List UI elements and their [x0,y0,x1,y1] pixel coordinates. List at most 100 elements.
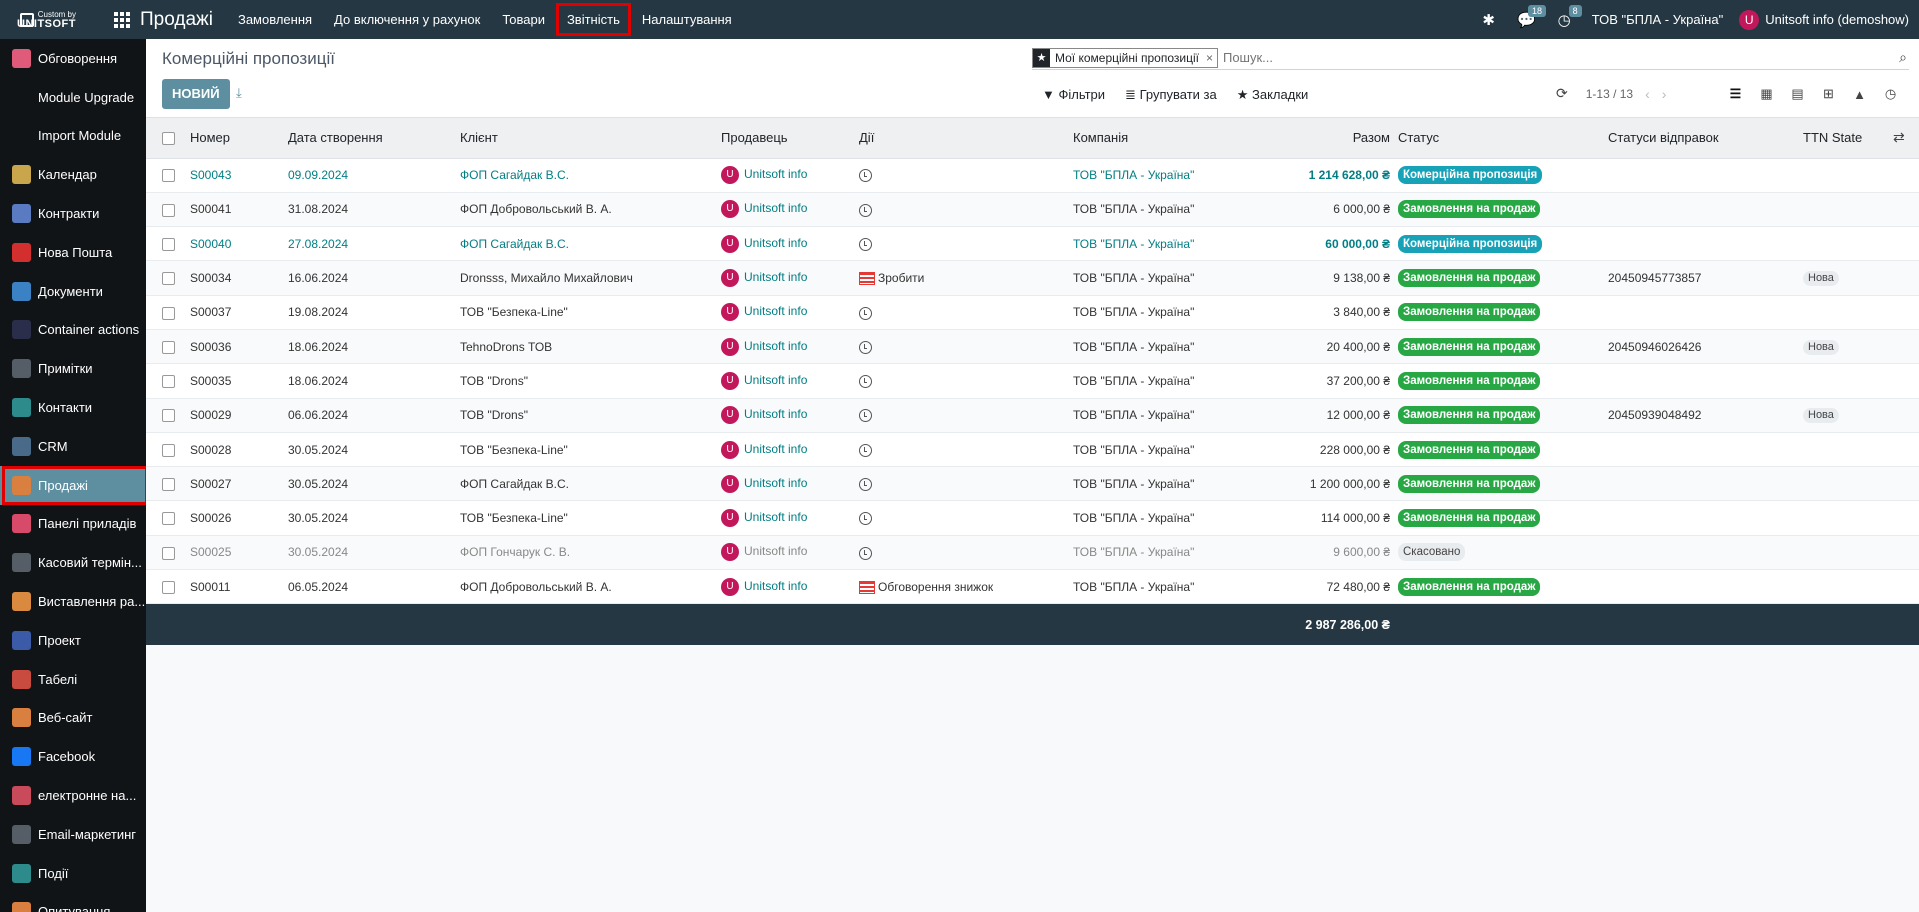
bookmarks-dropdown[interactable]: ★ Закладки [1237,87,1309,103]
row-checkbox[interactable] [162,340,175,354]
table-row[interactable]: S00027 30.05.2024 ФОП Сагайдак В.С. U Unitso… [146,466,1919,501]
row-checkbox[interactable] [162,443,175,457]
sidebar-item[interactable]: електронне на... [0,776,146,815]
activity-cell[interactable] [855,192,1069,226]
sidebar-item[interactable]: Події [0,854,146,893]
activity-cell[interactable] [855,295,1069,329]
activity-clock-icon[interactable] [859,477,872,491]
col-customer[interactable]: Клієнт [456,118,717,159]
table-row[interactable]: S00036 18.06.2024 TehnoDrons ТОВ U Unitsoft … [146,329,1919,364]
app-title[interactable]: Продажі [140,9,213,31]
activity-cell[interactable] [855,158,1069,192]
order-number[interactable]: S00041 [186,192,284,226]
activity-todo-icon[interactable] [859,580,875,594]
activity-cell[interactable] [855,364,1069,398]
sidebar-item[interactable]: Обговорення [0,39,146,78]
user-avatar[interactable]: U [1739,9,1760,30]
search-icon[interactable]: ⌕ [1899,49,1907,66]
select-all-checkbox[interactable] [162,132,175,146]
activity-clock-icon[interactable] [859,169,872,183]
table-row[interactable]: S00041 31.08.2024 ФОП Добровольський В. А.… [146,192,1919,227]
table-row[interactable]: S00028 30.05.2024 ТОВ "Безпека-Line" U Units… [146,432,1919,467]
debug-bug-icon[interactable]: ✱ [1482,11,1495,29]
activity-view-icon[interactable]: ◷ [1875,83,1906,105]
activity-cell[interactable] [855,329,1069,363]
row-checkbox[interactable] [162,477,175,491]
new-button[interactable]: НОВИЙ [162,79,230,109]
table-row[interactable]: S00025 30.05.2024 ФОП Гончарук С. В. U Units… [146,535,1919,570]
sidebar-item[interactable]: Import Module [0,117,146,156]
facet-remove-icon[interactable]: × [1204,51,1217,65]
order-number[interactable]: S00028 [186,432,284,466]
sidebar-item[interactable]: Документи [0,272,146,311]
activity-cell[interactable]: Зробити [855,261,1069,295]
pager-next-icon[interactable]: › [1662,86,1667,102]
menu-products[interactable]: Товари [491,3,556,36]
col-status[interactable]: Статус [1394,118,1604,159]
activity-clock-icon[interactable] [859,375,872,389]
table-row[interactable]: S00034 16.06.2024 Dronsss, Михайло Михайло… [146,260,1919,296]
row-checkbox[interactable] [162,306,175,320]
row-checkbox[interactable] [162,237,175,251]
col-delivery-status[interactable]: Статуси відправок [1604,118,1799,159]
activity-clock-icon[interactable] [859,546,872,560]
messages-icon[interactable]: 💬 18 [1517,4,1546,29]
order-number[interactable]: S00037 [186,295,284,329]
row-checkbox[interactable] [162,580,175,594]
order-number[interactable]: S00011 [186,570,284,604]
sidebar-item[interactable]: Касовий термін... [0,543,146,582]
activity-clock-icon[interactable] [859,340,872,354]
group-by-dropdown[interactable]: ≣ Групувати за [1125,87,1217,103]
order-number[interactable]: S00036 [186,329,284,363]
pager-value[interactable]: 1-13 / 13 [1586,87,1633,101]
sidebar-item[interactable]: Панелі приладів [0,505,146,544]
menu-to-invoice[interactable]: До включення у рахунок [323,3,491,36]
sidebar-item[interactable]: Нова Пошта [0,233,146,272]
menu-orders[interactable]: Замовлення [227,3,323,36]
sidebar-item[interactable]: Календар [0,155,146,194]
order-number[interactable]: S00035 [186,364,284,398]
order-number[interactable]: S00029 [186,398,284,432]
order-number[interactable]: S00040 [186,227,284,261]
activity-clock-icon[interactable] [859,203,872,217]
sidebar-item[interactable]: Табелі [0,660,146,699]
row-checkbox[interactable] [162,512,175,526]
menu-configuration[interactable]: Налаштування [631,3,743,36]
activity-cell[interactable]: Обговорення знижок [855,570,1069,604]
table-row[interactable]: S00040 27.08.2024 ФОП Сагайдак В.С. U Unitso… [146,226,1919,261]
activity-cell[interactable] [855,467,1069,501]
sidebar-item[interactable]: Опитування [0,893,146,912]
search-input[interactable] [1222,47,1909,68]
sidebar-item[interactable]: Container actions [0,311,146,350]
table-row[interactable]: S00035 18.06.2024 ТОВ "Drons" U Unitsoft inf… [146,363,1919,399]
calendar-view-icon[interactable]: ▤ [1782,83,1813,105]
row-checkbox[interactable] [162,375,175,389]
activity-todo-icon[interactable] [859,272,875,286]
download-icon[interactable]: ⤓ [236,85,250,100]
order-number[interactable]: S00027 [186,467,284,501]
activity-cell[interactable] [855,535,1069,569]
activity-cell[interactable] [855,398,1069,432]
order-number[interactable]: S00026 [186,501,284,535]
company-switcher[interactable]: ТОВ "БПЛА - Україна" [1592,12,1723,27]
pivot-view-icon[interactable]: ⊞ [1813,83,1844,105]
user-menu[interactable]: Unitsoft info (demoshow) [1765,12,1909,27]
optional-columns-icon[interactable]: ⇄ [1893,129,1905,145]
sidebar-item[interactable]: Виставлення ра... [0,582,146,621]
refresh-icon[interactable]: ⟳ [1556,85,1568,102]
activity-clock-icon[interactable] [859,306,872,320]
activity-clock-icon[interactable] [859,237,872,251]
row-checkbox[interactable] [162,203,175,217]
brand-logo[interactable]: Custom by UNITSOFT [17,0,80,39]
sidebar-item[interactable]: Контакти [0,388,146,427]
col-company[interactable]: Компанія [1069,118,1269,159]
sidebar-item[interactable]: Module Upgrade [0,78,146,117]
sidebar-item[interactable]: Facebook [0,737,146,776]
col-total[interactable]: Разом [1269,118,1394,159]
activity-clock-icon[interactable] [859,512,872,526]
kanban-view-icon[interactable]: ▦ [1751,83,1782,105]
sidebar-item[interactable]: Веб-сайт [0,699,146,738]
activities-clock-icon[interactable]: ◷ 8 [1558,4,1582,29]
col-activities[interactable]: Дії [855,118,1069,159]
row-checkbox[interactable] [162,409,175,423]
